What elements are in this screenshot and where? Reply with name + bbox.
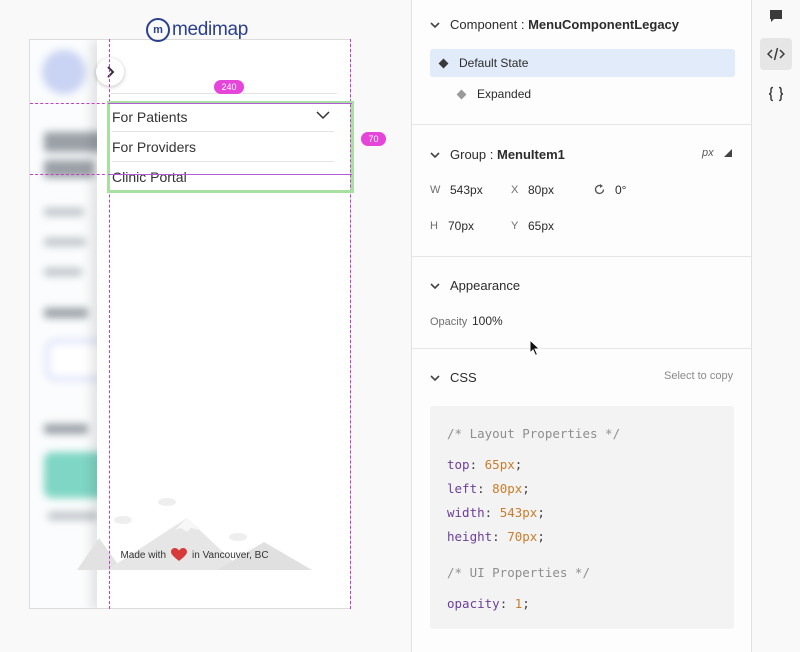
unit-selector[interactable]: px — [702, 147, 732, 159]
code-line-width: width: 543px; — [447, 505, 545, 520]
background-text — [44, 238, 86, 246]
appearance-section: Appearance Opacity 100% — [412, 257, 751, 357]
x-label: X — [511, 184, 519, 196]
footer-credit: Made with in Vancouver, BC — [67, 548, 322, 562]
selection-outline[interactable] — [107, 101, 354, 193]
chevron-down-icon — [430, 21, 440, 28]
background-heading — [44, 132, 104, 152]
design-canvas[interactable]: m medimap For Patients For Providers Cli… — [0, 0, 411, 652]
guide-line-horizontal — [30, 174, 110, 175]
css-code-block[interactable]: /* Layout Properties */ top: 65px; left:… — [430, 406, 734, 629]
code-comment: /* Layout Properties */ — [447, 426, 621, 441]
w-label: W — [430, 184, 441, 196]
css-header[interactable]: CSS — [430, 370, 477, 385]
code-line-height: height: 70px; — [447, 529, 545, 544]
width-measure-badge: 240 — [214, 80, 244, 94]
braces-icon — [768, 86, 784, 102]
location-text: in Vancouver, BC — [192, 549, 269, 561]
comments-button[interactable] — [760, 0, 792, 32]
code-comment: /* UI Properties */ — [447, 565, 590, 580]
selection-edge — [108, 174, 352, 175]
appearance-title: Appearance — [450, 278, 521, 293]
rotation-value[interactable]: 0° — [615, 183, 626, 197]
h-value[interactable]: 70px — [448, 219, 474, 233]
selection-edge — [108, 103, 352, 104]
background-text — [44, 424, 88, 434]
group-header[interactable]: Group : MenuItem1 — [430, 147, 565, 162]
x-value[interactable]: 80px — [528, 183, 554, 197]
state-expanded[interactable]: Expanded — [430, 80, 735, 108]
group-name: MenuItem1 — [496, 147, 565, 162]
logo-mark: m — [146, 18, 170, 42]
heart-icon — [171, 548, 188, 561]
opacity-value[interactable]: 100% — [472, 314, 503, 328]
component-header[interactable]: Component : MenuComponentLegacy — [430, 17, 679, 32]
css-title: CSS — [450, 370, 477, 385]
component-name: MenuComponentLegacy — [528, 17, 680, 32]
chevron-down-icon — [430, 151, 440, 158]
guide-line-horizontal — [30, 103, 110, 104]
opacity-label: Opacity — [430, 316, 468, 328]
background-text — [44, 208, 84, 216]
chevron-down-icon — [430, 282, 440, 289]
state-label: Expanded — [477, 87, 532, 101]
medimap-logo: m medimap — [146, 18, 248, 42]
diamond-icon — [438, 58, 449, 68]
background-logo — [42, 50, 86, 94]
right-rail — [752, 0, 800, 652]
y-label: Y — [511, 220, 519, 232]
background-text — [44, 268, 82, 276]
drawer-toggle-button[interactable] — [96, 58, 124, 86]
comment-icon — [770, 10, 782, 22]
group-label: Group : — [450, 147, 494, 162]
background-heading — [44, 160, 94, 178]
logo-text: medimap — [172, 19, 249, 40]
appearance-header[interactable]: Appearance — [430, 278, 520, 293]
state-label: Default State — [459, 56, 529, 70]
code-inspect-button[interactable] — [760, 38, 792, 70]
code-line-opacity: opacity: 1; — [447, 596, 530, 611]
corner-triangle-icon — [723, 149, 732, 157]
select-to-copy-hint: Select to copy — [664, 370, 734, 382]
background-text — [44, 308, 88, 318]
group-section: Group : MenuItem1 px W 543px X 80px 0° H… — [412, 125, 751, 257]
made-with-text: Made with — [120, 549, 167, 561]
w-value[interactable]: 543px — [450, 183, 483, 197]
state-default[interactable]: Default State — [430, 49, 735, 77]
component-section: Component : MenuComponentLegacy Default … — [412, 0, 751, 125]
chevron-down-icon — [430, 374, 440, 381]
h-label: H — [430, 220, 438, 232]
inspector-panel: Component : MenuComponentLegacy Default … — [411, 0, 752, 652]
diamond-icon — [456, 89, 467, 99]
code-line-left: left: 80px; — [447, 481, 530, 496]
height-measure-badge: 70 — [361, 132, 386, 146]
y-value[interactable]: 65px — [528, 219, 554, 233]
rotate-icon — [594, 184, 605, 195]
component-label: Component : — [450, 17, 525, 32]
unit-label: px — [702, 147, 714, 159]
code-icon — [767, 47, 785, 61]
variables-button[interactable] — [760, 78, 792, 110]
chevron-right-icon — [107, 66, 115, 78]
code-line-top: top: 65px; — [447, 457, 523, 472]
